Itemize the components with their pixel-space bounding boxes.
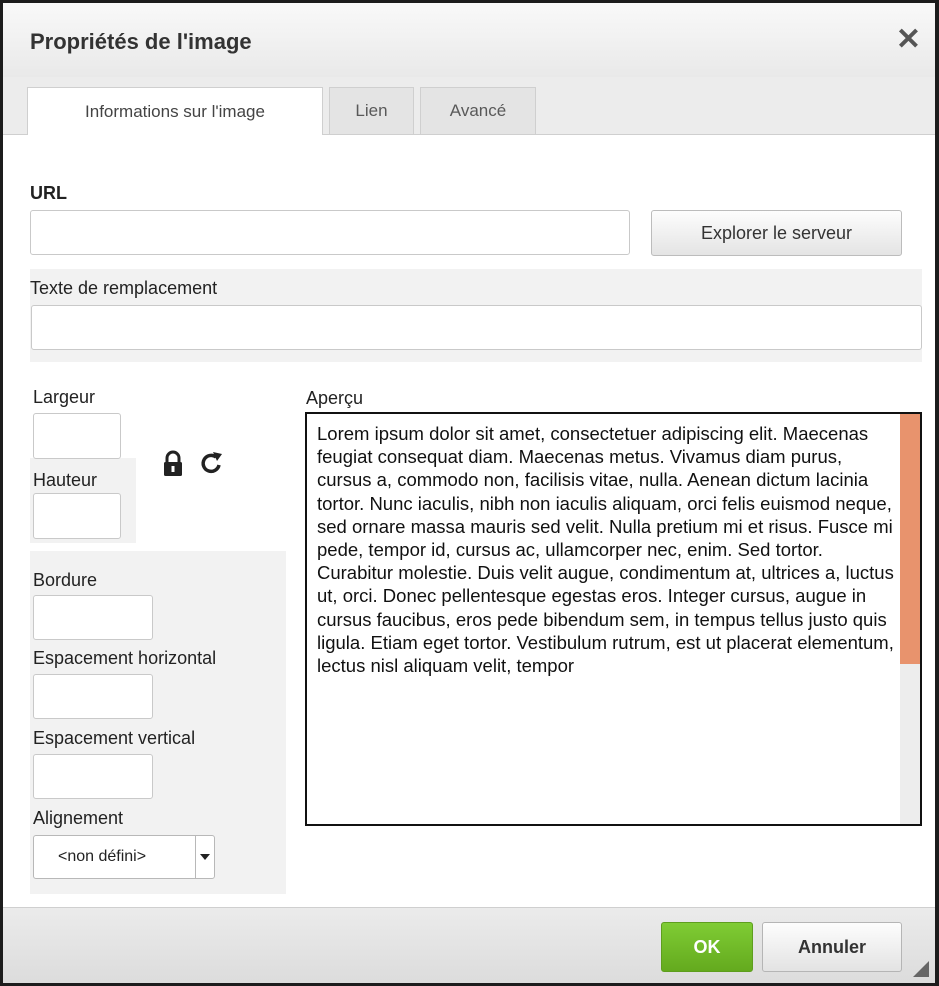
browse-server-button[interactable]: Explorer le serveur [651,210,902,256]
hspace-input[interactable] [33,674,153,719]
tab-link[interactable]: Lien [329,87,414,134]
height-label: Hauteur [33,470,98,490]
refresh-icon[interactable] [200,450,224,476]
cancel-button[interactable]: Annuler [762,922,902,972]
width-label: Largeur [33,387,96,407]
vspace-label: Espacement vertical [33,728,196,748]
chevron-down-icon[interactable] [195,836,214,878]
close-icon[interactable]: ✕ [896,25,921,55]
alignment-label: Alignement [33,808,124,828]
tab-bar: Informations sur l'image Lien Avancé [3,77,935,135]
ok-button[interactable]: OK [661,922,753,972]
tab-advanced[interactable]: Avancé [420,87,536,134]
dialog-title: Propriétés de l'image [30,29,252,54]
border-label: Bordure [33,570,98,590]
border-input[interactable] [33,595,153,640]
alignment-selected-value: <non défini> [58,848,147,865]
width-input[interactable] [33,413,121,459]
hspace-label: Espacement horizontal [33,648,217,668]
preview-label: Aperçu [306,388,364,408]
url-label: URL [30,183,67,203]
dialog-footer: OK Annuler [3,907,935,983]
alt-text-label: Texte de remplacement [30,278,218,298]
lock-icon[interactable] [162,450,184,478]
vspace-input[interactable] [33,754,153,799]
url-input[interactable] [30,210,630,255]
preview-box[interactable]: Lorem ipsum dolor sit amet, consectetuer… [305,412,922,826]
dialog-titlebar[interactable]: Propriétés de l'image ✕ [3,3,935,78]
alt-text-input[interactable] [31,305,922,350]
height-input[interactable] [33,493,121,539]
preview-text: Lorem ipsum dolor sit amet, consectetuer… [317,423,894,677]
image-properties-dialog: Propriétés de l'image ✕ Informations sur… [0,0,939,986]
preview-scrollbar-thumb[interactable] [900,414,920,664]
resize-grip-icon[interactable] [913,961,929,977]
tab-image-info[interactable]: Informations sur l'image [27,87,323,135]
alignment-select[interactable]: <non défini> [33,835,215,879]
preview-scrollbar[interactable] [900,414,920,824]
